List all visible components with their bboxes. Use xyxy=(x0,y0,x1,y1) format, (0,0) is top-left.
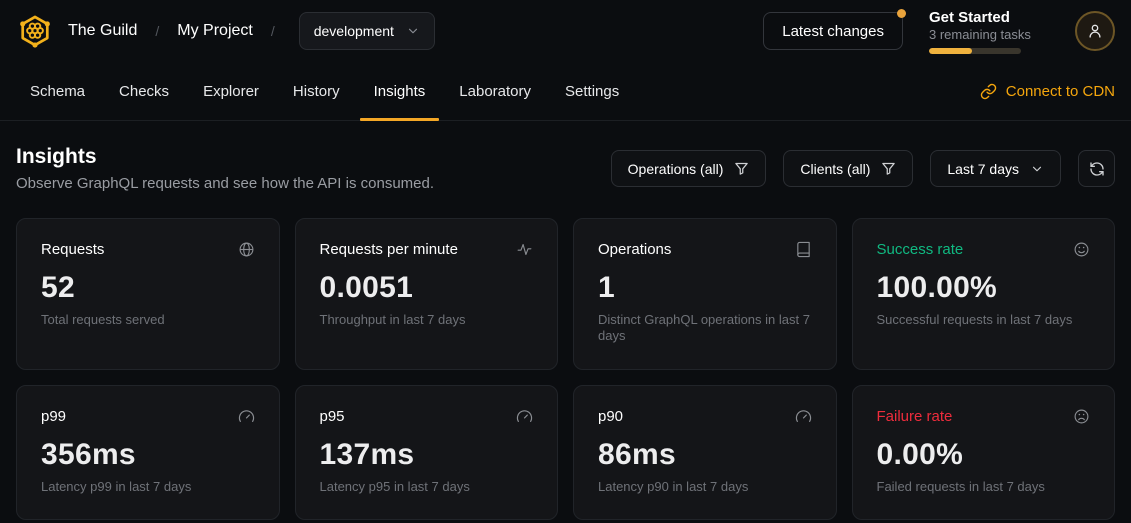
get-started-title: Get Started xyxy=(929,9,1049,26)
connect-to-cdn-link[interactable]: Connect to CDN xyxy=(980,62,1115,120)
card-title: Failure rate xyxy=(877,408,953,425)
date-range-label: Last 7 days xyxy=(947,161,1019,177)
get-started-progress-bar xyxy=(929,48,1021,54)
stats-grid: Requests 52 Total requests served Reques… xyxy=(16,218,1115,520)
tab-schema[interactable]: Schema xyxy=(16,62,99,120)
card-value: 137ms xyxy=(320,438,534,472)
clients-filter-label: Clients (all) xyxy=(800,161,870,177)
card-value: 0.0051 xyxy=(320,271,534,305)
page-title: Insights xyxy=(16,145,434,169)
card-title: Requests per minute xyxy=(320,241,458,258)
refresh-button[interactable] xyxy=(1078,150,1115,187)
user-icon xyxy=(1086,22,1104,40)
stat-card-p95: p95 137ms Latency p95 in last 7 days xyxy=(295,385,559,520)
card-description: Latency p90 in last 7 days xyxy=(598,479,812,495)
refresh-icon xyxy=(1089,161,1105,177)
smile-icon xyxy=(1073,241,1090,258)
stat-card-success-rate: Success rate 100.00% Successful requests… xyxy=(852,218,1116,370)
card-description: Failed requests in last 7 days xyxy=(877,479,1091,495)
card-title: p99 xyxy=(41,408,66,425)
card-description: Total requests served xyxy=(41,312,255,328)
stat-card-p99: p99 356ms Latency p99 in last 7 days xyxy=(16,385,280,520)
main-nav: Schema Checks Explorer History Insights … xyxy=(0,62,1131,121)
app-header: The Guild / My Project / development Lat… xyxy=(0,0,1131,62)
card-title: p95 xyxy=(320,408,345,425)
breadcrumb-separator: / xyxy=(267,23,279,39)
card-value: 1 xyxy=(598,271,812,305)
tab-history[interactable]: History xyxy=(279,62,354,120)
tab-explorer[interactable]: Explorer xyxy=(189,62,273,120)
operations-filter-label: Operations (all) xyxy=(628,161,724,177)
stat-card-requests-per-minute: Requests per minute 0.0051 Throughput in… xyxy=(295,218,559,370)
breadcrumb-project[interactable]: My Project xyxy=(177,22,253,40)
card-description: Throughput in last 7 days xyxy=(320,312,534,328)
card-value: 86ms xyxy=(598,438,812,472)
card-description: Successful requests in last 7 days xyxy=(877,312,1091,328)
card-value: 0.00% xyxy=(877,438,1091,472)
gauge-icon xyxy=(238,408,255,425)
breadcrumb: The Guild / My Project / development xyxy=(16,11,435,51)
target-selector-value: development xyxy=(314,23,394,39)
guild-logo-icon[interactable] xyxy=(16,11,54,51)
filter-funnel-icon xyxy=(734,161,749,176)
book-icon xyxy=(795,241,812,258)
frown-icon xyxy=(1073,408,1090,425)
filter-funnel-icon xyxy=(881,161,896,176)
latest-changes-label: Latest changes xyxy=(782,23,884,40)
stat-card-requests: Requests 52 Total requests served xyxy=(16,218,280,370)
page-heading-block: Insights Observe GraphQL requests and se… xyxy=(16,145,434,192)
breadcrumb-org[interactable]: The Guild xyxy=(68,22,137,40)
card-title: Operations xyxy=(598,241,671,258)
card-value: 356ms xyxy=(41,438,255,472)
chevron-down-icon xyxy=(1030,162,1044,176)
notification-dot-icon xyxy=(897,9,906,18)
card-title: Success rate xyxy=(877,241,964,258)
latest-changes-button[interactable]: Latest changes xyxy=(763,12,903,50)
insights-page: Insights Observe GraphQL requests and se… xyxy=(0,121,1131,520)
tab-settings[interactable]: Settings xyxy=(551,62,633,120)
get-started-subtitle: 3 remaining tasks xyxy=(929,27,1049,42)
tab-insights[interactable]: Insights xyxy=(360,62,440,120)
nav-tabs: Schema Checks Explorer History Insights … xyxy=(16,62,633,120)
filter-toolbar: Operations (all) Clients (all) Last 7 da… xyxy=(611,150,1115,187)
card-title: p90 xyxy=(598,408,623,425)
target-selector[interactable]: development xyxy=(299,12,435,50)
tab-checks[interactable]: Checks xyxy=(105,62,183,120)
connect-to-cdn-label: Connect to CDN xyxy=(1006,83,1115,100)
progress-fill xyxy=(929,48,972,54)
activity-icon xyxy=(516,241,533,258)
date-range-button[interactable]: Last 7 days xyxy=(930,150,1061,187)
stat-card-p90: p90 86ms Latency p90 in last 7 days xyxy=(573,385,837,520)
globe-icon xyxy=(238,241,255,258)
page-subtitle: Observe GraphQL requests and see how the… xyxy=(16,175,434,192)
card-value: 52 xyxy=(41,271,255,305)
tab-laboratory[interactable]: Laboratory xyxy=(445,62,545,120)
gauge-icon xyxy=(516,408,533,425)
card-title: Requests xyxy=(41,241,104,258)
operations-filter-button[interactable]: Operations (all) xyxy=(611,150,767,187)
card-description: Latency p99 in last 7 days xyxy=(41,479,255,495)
chevron-down-icon xyxy=(406,24,420,38)
clients-filter-button[interactable]: Clients (all) xyxy=(783,150,913,187)
stat-card-failure-rate: Failure rate 0.00% Failed requests in la… xyxy=(852,385,1116,520)
breadcrumb-separator: / xyxy=(151,23,163,39)
get-started-widget[interactable]: Get Started 3 remaining tasks xyxy=(929,9,1049,54)
avatar[interactable] xyxy=(1075,11,1115,51)
card-description: Distinct GraphQL operations in last 7 da… xyxy=(598,312,812,345)
gauge-icon xyxy=(795,408,812,425)
header-actions: Latest changes Get Started 3 remaining t… xyxy=(763,9,1115,54)
link-icon xyxy=(980,83,997,100)
card-value: 100.00% xyxy=(877,271,1091,305)
card-description: Latency p95 in last 7 days xyxy=(320,479,534,495)
stat-card-operations: Operations 1 Distinct GraphQL operations… xyxy=(573,218,837,370)
